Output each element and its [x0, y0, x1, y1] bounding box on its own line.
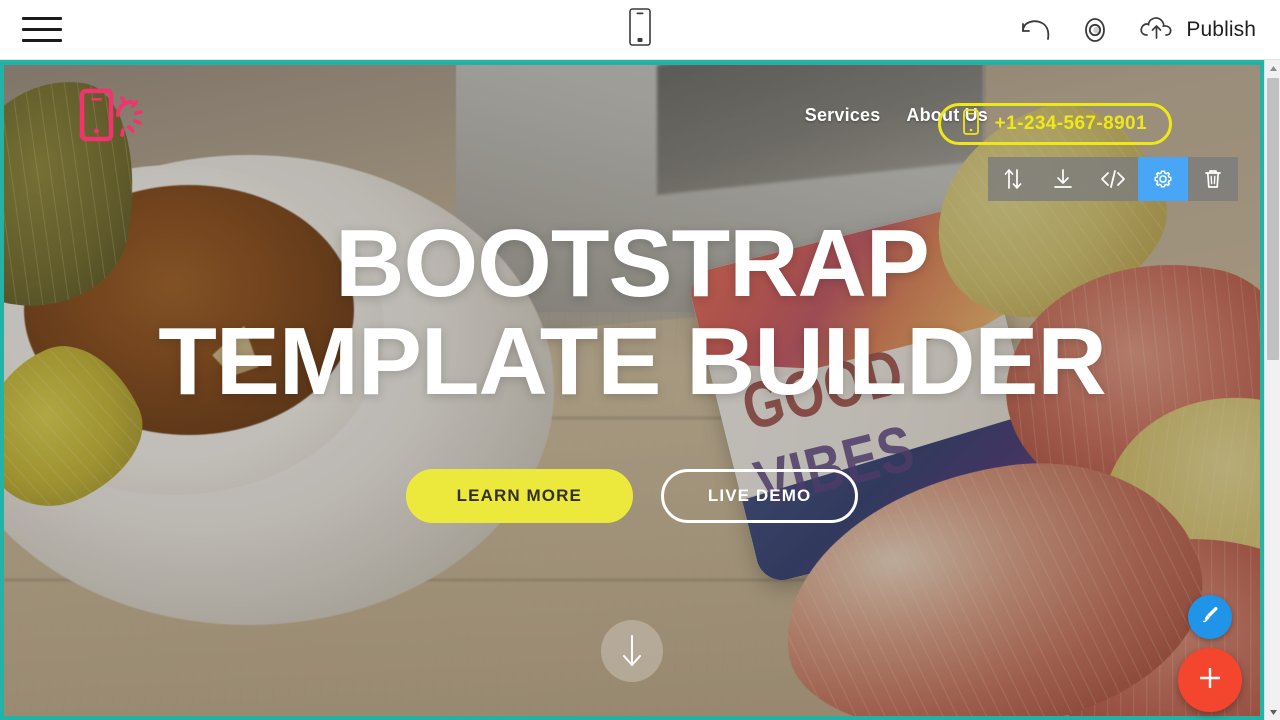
page-scroll-area: GOOD VIBES Services About Us +1-234-567-… — [0, 60, 1264, 720]
hero-block-inner: GOOD VIBES Services About Us +1-234-567-… — [4, 65, 1260, 716]
hero-title-line-1: BOOTSTRAP — [335, 210, 930, 317]
code-brackets-icon[interactable] — [1088, 157, 1138, 201]
arrow-down-icon[interactable] — [601, 620, 663, 682]
block-hover-toolbar — [988, 157, 1238, 201]
plus-add-icon — [1194, 662, 1226, 699]
app-toolbar: Publish — [0, 0, 1280, 60]
phone-mobile-icon — [962, 108, 979, 140]
hamburger-line — [22, 28, 62, 31]
learn-more-button[interactable]: LEARN MORE — [405, 468, 633, 523]
hero-title-line-2: TEMPLATE BUILDER — [158, 307, 1107, 415]
gear-settings-icon[interactable] — [1138, 157, 1188, 201]
scrollbar-thumb[interactable] — [1267, 78, 1279, 360]
scroll-down-arrow-icon[interactable] — [1265, 704, 1280, 720]
scroll-up-arrow-icon[interactable] — [1265, 60, 1280, 76]
hamburger-line — [22, 39, 62, 42]
nav-link-services[interactable]: Services — [805, 105, 881, 126]
hero-buttons: LEARN MORE LIVE DEMO — [4, 468, 1260, 523]
add-block-fab[interactable] — [1178, 648, 1242, 712]
publish-label: Publish — [1186, 17, 1256, 41]
eye-preview-icon[interactable] — [1078, 17, 1112, 43]
hamburger-menu-icon[interactable] — [22, 13, 62, 47]
style-editor-fab[interactable] — [1188, 595, 1232, 639]
live-demo-button[interactable]: LIVE DEMO — [660, 468, 859, 523]
cloud-upload-icon — [1138, 13, 1176, 46]
hero-title[interactable]: BOOTSTRAP TEMPLATE BUILDER — [4, 215, 1260, 411]
hamburger-line — [22, 17, 62, 20]
paint-brush-icon — [1198, 603, 1222, 632]
editor-canvas: GOOD VIBES Services About Us +1-234-567-… — [0, 60, 1280, 720]
publish-button[interactable]: Publish — [1138, 13, 1256, 46]
toolbar-right-group: Publish — [1018, 13, 1256, 46]
site-navbar: Services About Us +1-234-567-8901 — [4, 83, 1260, 153]
hero-content: BOOTSTRAP TEMPLATE BUILDER LEARN MORE LI… — [4, 215, 1260, 523]
download-icon[interactable] — [1038, 157, 1088, 201]
vertical-scrollbar[interactable] — [1264, 60, 1280, 720]
phone-cta-button[interactable]: +1-234-567-8901 — [937, 103, 1172, 145]
phone-number-label: +1-234-567-8901 — [994, 113, 1147, 134]
trash-delete-icon[interactable] — [1188, 157, 1238, 201]
undo-arrow-icon[interactable] — [1018, 17, 1052, 43]
mobirise-phone-sun-logo[interactable] — [78, 87, 148, 145]
mobile-device-icon[interactable] — [629, 8, 651, 51]
hero-block-selected[interactable]: GOOD VIBES Services About Us +1-234-567-… — [0, 60, 1264, 720]
move-up-down-arrows-icon[interactable] — [988, 157, 1038, 201]
